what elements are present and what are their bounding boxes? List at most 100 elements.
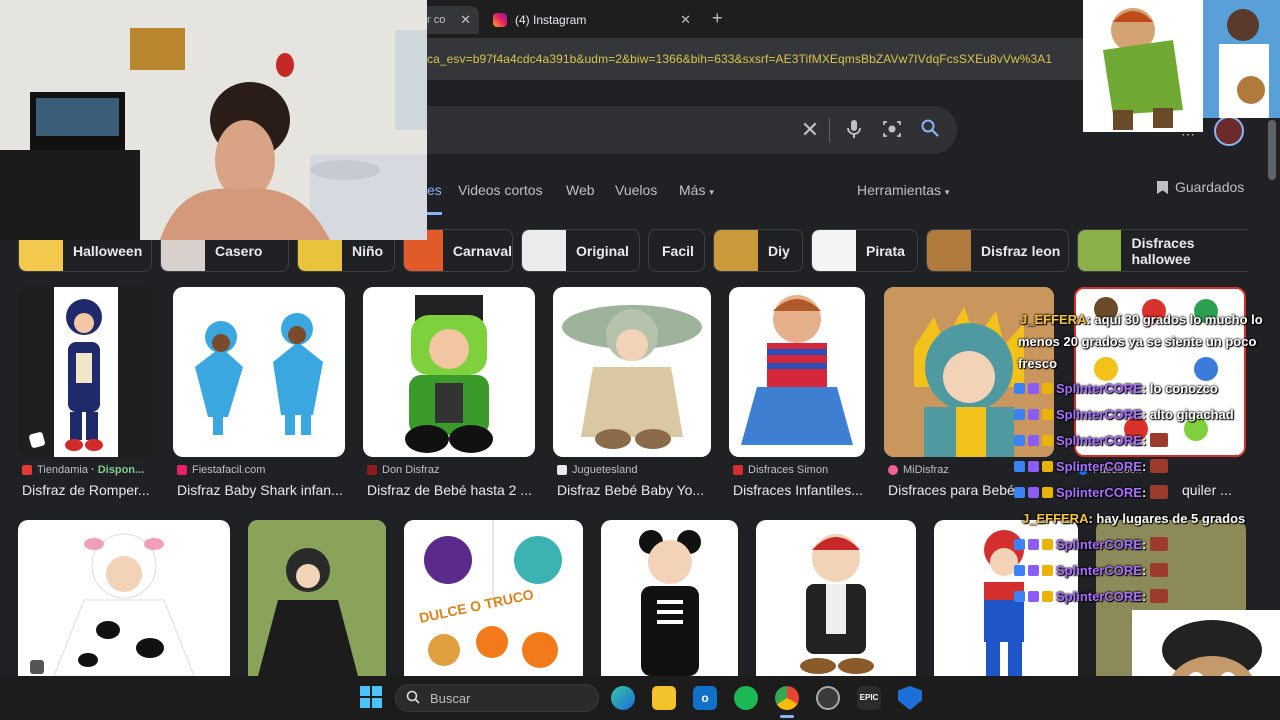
favicon-icon: [177, 465, 187, 475]
badge-icon: [1014, 591, 1025, 602]
chat-username: SplinterCORE: [1056, 537, 1142, 552]
result-source[interactable]: Disfraces Simon: [733, 464, 828, 476]
url-text[interactable]: ca_esv=b97f4a4cdc4a391b&udm=2&biw=1366&b…: [427, 52, 1052, 66]
result-source[interactable]: Tiendamia · Dispon...: [22, 464, 144, 476]
source-name: Disfraces Simon: [748, 464, 829, 476]
scrollbar[interactable]: [1268, 120, 1276, 180]
search-icon[interactable]: [919, 119, 941, 141]
microphone-icon[interactable]: [843, 119, 865, 141]
result-source[interactable]: Fiestafacil.com: [177, 464, 265, 476]
chip-label: Pirata: [866, 242, 905, 259]
badge-icon: [1042, 461, 1053, 472]
tab-instagram[interactable]: (4) Instagram ✕: [487, 6, 699, 34]
tab-google[interactable]: r co ✕: [427, 6, 479, 34]
chat-username: SplinterCORE: [1056, 407, 1142, 422]
file-explorer-icon[interactable]: [652, 686, 676, 710]
taskbar-search-input[interactable]: Buscar: [395, 684, 599, 712]
tab-images[interactable]: es: [427, 182, 442, 215]
image-result[interactable]: [18, 287, 154, 457]
edge-icon[interactable]: [611, 686, 635, 710]
baby-shark-costume-image: [195, 313, 323, 435]
badge-icon: [1028, 461, 1039, 472]
favicon-icon: [22, 465, 32, 475]
emote-icon: [1149, 537, 1168, 551]
chip-pirata[interactable]: Pirata: [811, 229, 918, 272]
chat-text: menos 20 grados ya se siente un poco: [1018, 334, 1257, 349]
image-result[interactable]: [729, 287, 865, 457]
chat-text: :: [1141, 537, 1147, 552]
tab-more[interactable]: Más ▾: [679, 182, 714, 198]
chat-text: : alto gigachad: [1141, 407, 1234, 422]
chip-disfraz-leon[interactable]: Disfraz leon: [926, 229, 1069, 272]
close-icon[interactable]: ✕: [460, 12, 471, 28]
spotify-icon[interactable]: [734, 686, 758, 710]
badge-icon: [1014, 383, 1025, 394]
result-title[interactable]: Disfraz de Bebé hasta 2 ...: [367, 482, 535, 498]
result-title[interactable]: quiler ...: [1182, 482, 1246, 498]
app-icon[interactable]: [816, 686, 840, 710]
taskbar-search-placeholder: Buscar: [430, 690, 471, 706]
tab-flights[interactable]: Vuelos: [615, 182, 657, 198]
epic-games-icon[interactable]: EPIC: [857, 686, 881, 710]
image-result[interactable]: [248, 520, 386, 676]
chat-message: SplinterCORE:: [1014, 485, 1168, 500]
chevron-down-icon: ▾: [944, 187, 950, 197]
search-input[interactable]: ✕: [427, 106, 957, 154]
result-source[interactable]: MiDisfraz: [888, 464, 949, 476]
chip-facil[interactable]: Facil: [648, 229, 705, 272]
badge-icon: [1042, 591, 1053, 602]
result-title[interactable]: Disfraces para Bebés: [888, 482, 1018, 498]
image-result[interactable]: [173, 287, 345, 457]
black-cat-costume-image: [248, 520, 386, 676]
chip-disfraces-halloween[interactable]: Disfraces hallowee: [1077, 229, 1248, 272]
chip-thumbnail: [714, 230, 758, 271]
new-tab-button[interactable]: +: [712, 8, 723, 29]
clear-search-icon[interactable]: ✕: [799, 119, 821, 141]
badge-icon: [1028, 591, 1039, 602]
chip-original[interactable]: Original: [521, 229, 640, 272]
badge-icon: [1042, 435, 1053, 446]
chat-username: J_EFFERA: [1022, 511, 1089, 526]
image-result[interactable]: DULCE O TRUCO: [404, 520, 583, 676]
image-result[interactable]: [601, 520, 738, 676]
chip-label: Disfraces hallowee: [1131, 234, 1195, 267]
chip-thumbnail: [812, 230, 856, 271]
result-source[interactable]: Juguetesland: [557, 464, 637, 476]
mickey-skeleton-costume-image: [639, 530, 701, 676]
chip-label: Halloween: [73, 242, 143, 259]
chip-label: Disfraz leon: [981, 242, 1061, 259]
result-title[interactable]: Disfraz Bebé Baby Yo...: [557, 482, 711, 498]
badge-icon: [1042, 487, 1053, 498]
image-result[interactable]: [18, 520, 230, 676]
image-result[interactable]: [553, 287, 711, 457]
badge-icon: [1028, 409, 1039, 420]
lens-icon[interactable]: [881, 119, 903, 141]
tools-button[interactable]: Herramientas ▾: [857, 182, 949, 198]
chrome-icon[interactable]: [775, 686, 799, 710]
image-result[interactable]: [756, 520, 916, 676]
chat-text: : hay lugares de 5 grados: [1088, 511, 1246, 526]
result-title[interactable]: Disfraces Infantiles...: [733, 482, 865, 498]
emote-icon: [1149, 459, 1168, 473]
result-source[interactable]: Don Disfraz: [367, 464, 439, 476]
search-icon: [406, 690, 420, 707]
tab-more-label: Más: [679, 182, 706, 198]
security-shield-icon[interactable]: [898, 686, 922, 710]
tab-web[interactable]: Web: [566, 182, 595, 198]
tab-short-videos[interactable]: Videos cortos: [458, 182, 543, 198]
badge-icon: [1042, 409, 1053, 420]
close-icon[interactable]: ✕: [680, 12, 691, 28]
instagram-icon: [493, 13, 507, 27]
avatar[interactable]: [1214, 116, 1244, 146]
chip-diy[interactable]: Diy: [713, 229, 803, 272]
result-title[interactable]: Disfraz de Romper...: [22, 482, 154, 498]
result-title[interactable]: Disfraz Baby Shark infan...: [177, 482, 345, 498]
outlook-icon[interactable]: o: [693, 686, 717, 710]
emote-icon: [1149, 589, 1168, 603]
doctor-overlay: [1203, 0, 1280, 118]
chat-message: J_EFFERA: hay lugares de 5 grados: [1022, 511, 1245, 526]
windows-start-icon[interactable]: [359, 686, 383, 710]
chat-text: :: [1141, 589, 1147, 604]
saved-button[interactable]: Guardados: [1157, 179, 1244, 195]
image-result[interactable]: [363, 287, 535, 457]
